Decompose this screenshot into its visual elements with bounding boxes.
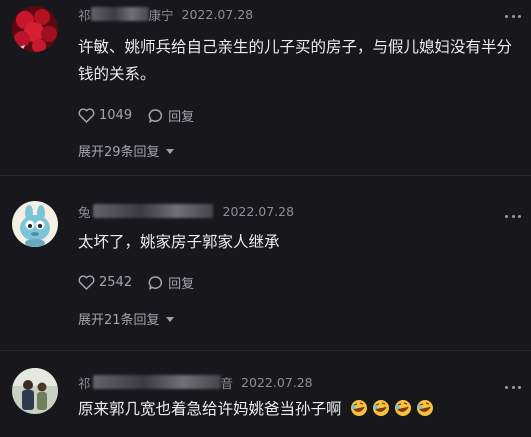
- speech-bubble-icon: [148, 108, 163, 123]
- expand-replies-link[interactable]: 展开21条回复: [78, 309, 176, 328]
- username-visible[interactable]: 祁: [78, 373, 91, 392]
- rolling-laugh-emoji: [417, 400, 434, 416]
- heart-outline-icon: [78, 275, 95, 290]
- like-button[interactable]: 2542: [78, 275, 132, 290]
- comment-text-content: 原来郭几宽也着急给许妈姚爸当孙子啊: [78, 400, 342, 418]
- username-blurred: [92, 204, 213, 218]
- reply-label: 回复: [168, 277, 195, 292]
- username-suffix[interactable]: 康宁: [149, 5, 174, 24]
- expand-replies-label: 展开29条回复: [78, 145, 160, 160]
- comment-3: 祁 音 2022.07.28 原来郭几宽也着急给许妈姚爸当孙子啊: [0, 366, 531, 437]
- triangle-down-icon: [165, 316, 174, 322]
- speech-bubble-icon: [148, 275, 163, 290]
- comment-date: 2022.07.28: [241, 374, 313, 390]
- username-blurred: [90, 7, 149, 21]
- divider: [0, 175, 531, 176]
- rolling-laugh-emoji: [351, 400, 368, 416]
- comment-header: 祁 康宁 2022.07.28: [78, 4, 253, 24]
- comment-2: 兔 2022.07.28 太坏了，姚家房子郭家人继承 2542 回复 展开21条…: [0, 195, 531, 335]
- divider: [0, 350, 531, 351]
- avatar-cartoon-rabbit[interactable]: [12, 201, 58, 247]
- username-visible[interactable]: 祁: [78, 5, 91, 24]
- rolling-laugh-emoji: [395, 400, 412, 416]
- username-visible[interactable]: 兔: [78, 202, 91, 221]
- like-button[interactable]: 1049: [78, 108, 132, 123]
- more-options-icon[interactable]: [505, 386, 521, 392]
- more-options-icon[interactable]: [505, 15, 521, 21]
- comment-text: 原来郭几宽也着急给许妈姚爸当孙子啊: [78, 396, 518, 423]
- expand-replies-link[interactable]: 展开29条回复: [78, 141, 176, 160]
- comment-header: 兔 2022.07.28: [78, 201, 294, 221]
- like-count: 2542: [99, 275, 133, 290]
- reply-button[interactable]: 回复: [148, 106, 194, 125]
- comment-actions: 1049 回复: [78, 106, 194, 125]
- avatar-roses[interactable]: [12, 6, 58, 52]
- expand-replies-label: 展开21条回复: [78, 313, 160, 328]
- comment-1: 祁 康宁 2022.07.28 许敏、姚师兵给自己亲生的儿子买的房子，与假儿媳妇…: [0, 0, 531, 165]
- username-blurred: [92, 375, 221, 389]
- comment-date: 2022.07.28: [181, 6, 254, 22]
- username-suffix[interactable]: 音: [221, 373, 234, 392]
- heart-outline-icon: [78, 108, 95, 123]
- triangle-down-icon: [165, 148, 174, 154]
- comment-actions: 2542 回复: [78, 273, 194, 292]
- comment-text: 许敏、姚师兵给自己亲生的儿子买的房子，与假儿媳妇没有半分钱的关系。: [78, 38, 513, 83]
- reply-label: 回复: [168, 110, 195, 125]
- like-count: 1049: [99, 108, 133, 123]
- reply-button[interactable]: 回复: [148, 273, 194, 292]
- more-options-icon[interactable]: [505, 215, 521, 221]
- comment-header: 祁 音 2022.07.28: [78, 372, 313, 392]
- comment-text: 太坏了，姚家房子郭家人继承: [78, 233, 280, 251]
- rolling-laugh-emoji: [373, 400, 390, 416]
- comment-date: 2022.07.28: [222, 203, 295, 219]
- avatar-photo[interactable]: [12, 368, 58, 414]
